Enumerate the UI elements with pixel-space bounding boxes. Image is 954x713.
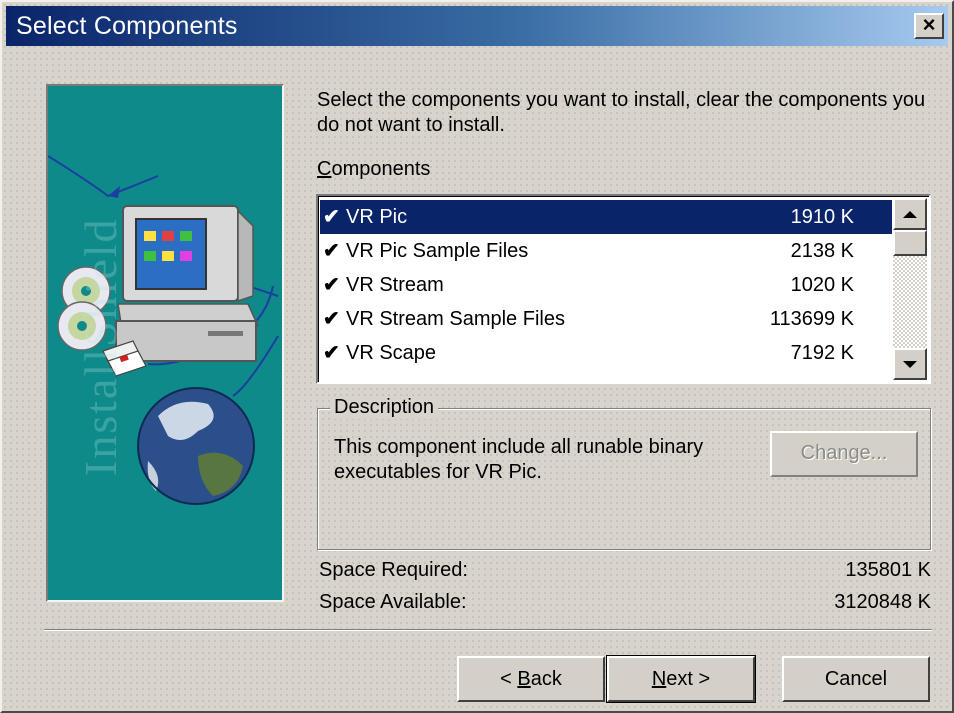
description-legend: Description — [330, 396, 439, 419]
space-available-row: Space Available: 3120848 K — [319, 591, 931, 621]
checkbox-checked-icon[interactable]: ✔ — [323, 268, 340, 302]
component-name: VR Stream Sample Files — [346, 308, 565, 330]
components-label-mnemonic: C — [317, 158, 332, 180]
scroll-up-button[interactable] — [893, 198, 927, 230]
installshield-art-panel: InstallShield — [46, 84, 284, 602]
installshield-logo: InstallShield — [75, 217, 126, 476]
scroll-down-button[interactable] — [893, 348, 927, 380]
scrollbar-thumb[interactable] — [893, 230, 927, 256]
next-rest: ext > — [666, 668, 711, 690]
component-size: 7192 K — [790, 342, 854, 364]
space-required-value: 135801 K — [845, 559, 931, 581]
close-button[interactable]: × — [914, 13, 944, 39]
list-item-vr-scape[interactable]: ✔ VR Scape 7192 K — [320, 336, 892, 370]
component-size: 2138 K — [790, 240, 854, 262]
component-size: 1020 K — [790, 274, 854, 296]
back-rest: ack — [530, 668, 562, 690]
components-label: Components — [317, 158, 430, 181]
back-prefix: < — [500, 668, 518, 690]
components-listbox[interactable]: ✔ VR Pic 1910 K ✔ VR Pic Sample Files 21… — [316, 194, 931, 384]
select-components-dialog: Select Components × InstallShield Select… — [0, 0, 954, 713]
space-required-row: Space Required: 135801 K — [319, 559, 931, 589]
checkbox-checked-icon[interactable]: ✔ — [323, 200, 340, 234]
component-name: VR Stream — [346, 274, 444, 296]
next-button[interactable]: Next > — [606, 655, 756, 703]
title-bar[interactable]: Select Components × — [6, 6, 948, 46]
list-item-vr-pic-sample-files[interactable]: ✔ VR Pic Sample Files 2138 K — [320, 234, 892, 268]
change-button: Change... — [770, 431, 918, 477]
list-item-vr-stream[interactable]: ✔ VR Stream 1020 K — [320, 268, 892, 302]
component-name: VR Pic — [346, 206, 408, 228]
globe-icon — [137, 387, 255, 505]
description-group: Description This component include all r… — [317, 396, 931, 550]
back-mnemonic: B — [517, 668, 531, 690]
list-item-vr-pic[interactable]: ✔ VR Pic 1910 K — [320, 200, 892, 234]
window-title: Select Components — [16, 12, 238, 40]
vertical-scrollbar[interactable] — [893, 198, 927, 380]
computer-icon — [115, 205, 260, 362]
back-button[interactable]: < Back — [457, 656, 605, 702]
cable-line — [48, 155, 159, 198]
space-available-label: Space Available: — [319, 591, 467, 613]
space-required-label: Space Required: — [319, 559, 468, 581]
component-name: VR Pic Sample Files — [346, 240, 529, 262]
close-icon: × — [922, 12, 936, 37]
checkbox-checked-icon[interactable]: ✔ — [323, 336, 340, 370]
arrow-up-icon — [903, 210, 917, 218]
checkbox-checked-icon[interactable]: ✔ — [323, 234, 340, 268]
checkbox-checked-icon[interactable]: ✔ — [323, 302, 340, 336]
components-label-rest: omponents — [331, 158, 431, 180]
component-size: 113699 K — [769, 308, 854, 330]
description-text: This component include all runable binar… — [334, 436, 704, 483]
component-size: 1910 K — [790, 206, 854, 228]
components-list: ✔ VR Pic 1910 K ✔ VR Pic Sample Files 21… — [320, 200, 892, 370]
next-mnemonic: N — [651, 668, 667, 690]
divider — [44, 629, 932, 631]
space-available-value: 3120848 K — [834, 591, 931, 613]
arrow-down-icon — [903, 360, 917, 368]
cancel-button[interactable]: Cancel — [782, 656, 930, 702]
component-name: VR Scape — [346, 342, 437, 364]
arrow-icon — [108, 186, 120, 198]
instruction-text: Select the components you want to instal… — [317, 89, 926, 136]
list-item-vr-stream-sample-files[interactable]: ✔ VR Stream Sample Files 113699 K — [320, 302, 892, 336]
